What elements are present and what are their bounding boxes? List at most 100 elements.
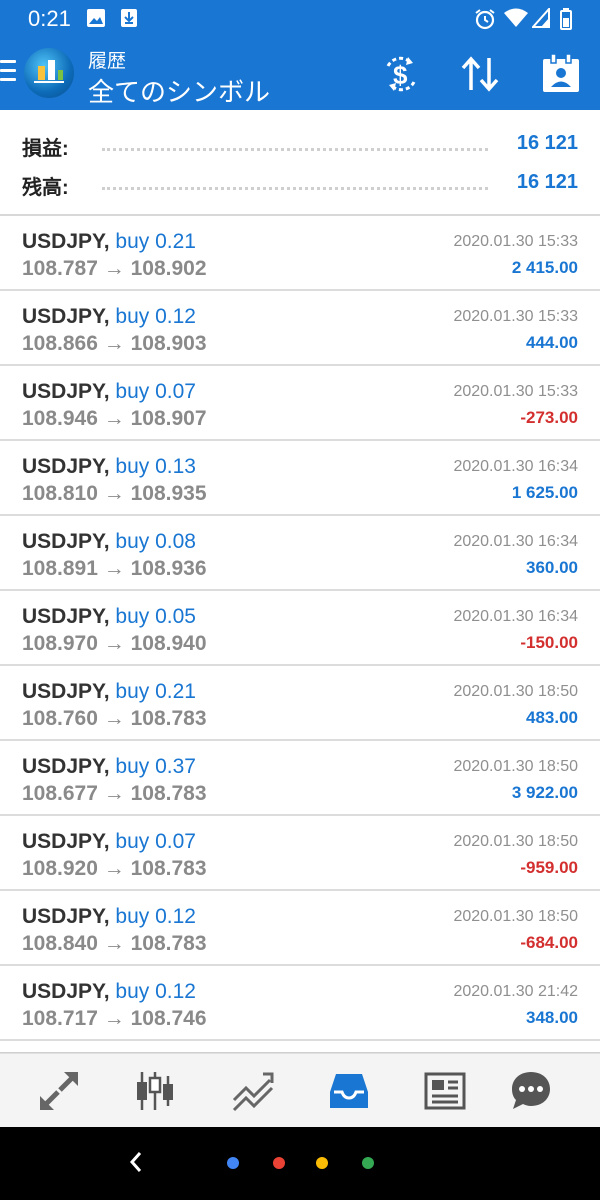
trade-datetime: 2020.01.30 18:50 <box>453 683 578 700</box>
chart-icon[interactable] <box>132 1068 178 1114</box>
close-price: 108.783 <box>130 857 207 880</box>
trade-side: buy 0.12 <box>115 305 196 328</box>
trade-symbol: USDJPY, buy 0.37 <box>22 755 196 778</box>
close-price: 108.935 <box>130 482 207 505</box>
messages-icon[interactable] <box>508 1068 554 1114</box>
page-title[interactable]: 全てのシンボル <box>88 72 270 109</box>
currency-exchange-icon[interactable]: $ <box>380 54 422 94</box>
trade-prices: 108.970 → 108.940 <box>22 632 207 656</box>
news-icon[interactable] <box>422 1068 468 1114</box>
alarm-icon <box>475 9 495 30</box>
trade-profit: -273.00 <box>520 408 578 427</box>
trade-profit: -959.00 <box>520 858 578 877</box>
trade-symbol: USDJPY, buy 0.05 <box>22 605 196 628</box>
trade-symbol: USDJPY, buy 0.12 <box>22 905 196 928</box>
home-dot-green[interactable] <box>362 1157 374 1169</box>
list-item-partial <box>0 1043 600 1053</box>
trade-profit: 483.00 <box>526 708 578 727</box>
trade-row[interactable]: USDJPY, buy 0.12 108.840 → 108.783 2020.01… <box>0 891 600 966</box>
close-price: 108.783 <box>130 782 207 805</box>
trade-datetime: 2020.01.30 16:34 <box>453 458 578 475</box>
trade-prices: 108.760 → 108.783 <box>22 707 207 731</box>
trade-row[interactable]: USDJPY, buy 0.13 108.810 → 108.935 2020.01… <box>0 441 600 516</box>
home-dot-red[interactable] <box>273 1157 285 1169</box>
open-price: 108.920 <box>22 857 98 880</box>
trade-row[interactable]: USDJPY, buy 0.05 108.970 → 108.940 2020.01… <box>0 591 600 666</box>
metatrader-logo[interactable] <box>24 48 74 98</box>
trade-datetime: 2020.01.30 21:42 <box>453 983 578 1000</box>
balance-label: 残高: <box>22 171 75 200</box>
quotes-icon[interactable] <box>36 1068 82 1114</box>
arrow-icon: → <box>103 632 125 655</box>
sort-icon[interactable] <box>459 54 501 94</box>
trade-datetime: 2020.01.30 15:33 <box>453 308 578 325</box>
trade-row[interactable]: USDJPY, buy 0.12 108.717 → 108.746 2020.01… <box>0 966 600 1041</box>
open-price: 108.760 <box>22 707 98 730</box>
open-price: 108.787 <box>22 257 98 280</box>
trade-datetime: 2020.01.30 15:33 <box>453 383 578 400</box>
status-time: 0:21 <box>28 6 71 31</box>
bottom-navigation <box>0 1053 600 1127</box>
trade-side: buy 0.12 <box>115 905 196 928</box>
trade-side: buy 0.05 <box>115 605 196 628</box>
open-price: 108.840 <box>22 932 98 955</box>
trade-side: buy 0.07 <box>115 830 196 853</box>
trade-row[interactable]: USDJPY, buy 0.21 108.760 → 108.783 2020.01… <box>0 666 600 741</box>
trade-row[interactable]: USDJPY, buy 0.37 108.677 → 108.783 2020.01… <box>0 741 600 816</box>
close-price: 108.783 <box>130 932 207 955</box>
arrow-icon: → <box>103 707 125 730</box>
trade-datetime: 2020.01.30 18:50 <box>453 908 578 925</box>
home-dot-yellow[interactable] <box>316 1157 328 1169</box>
trade-datetime: 2020.01.30 15:33 <box>453 233 578 250</box>
profit-label: 損益: <box>22 132 75 161</box>
close-price: 108.940 <box>130 632 207 655</box>
trade-row[interactable]: USDJPY, buy 0.12 108.866 → 108.903 2020.01… <box>0 291 600 366</box>
home-dot-blue[interactable] <box>227 1157 239 1169</box>
trade-datetime: 2020.01.30 18:50 <box>453 758 578 775</box>
arrow-icon: → <box>103 857 125 880</box>
app-header: 0:21 履歴 全てのシンボル $ <box>0 0 600 110</box>
arrow-icon: → <box>103 1007 125 1030</box>
trade-row[interactable]: USDJPY, buy 0.08 108.891 → 108.936 2020.01… <box>0 516 600 591</box>
trade-side: buy 0.07 <box>115 380 196 403</box>
trade-prices: 108.946 → 108.907 <box>22 407 207 431</box>
arrow-icon: → <box>103 482 125 505</box>
download-icon <box>121 9 137 27</box>
balance-row: 残高: 16 121 <box>22 171 578 201</box>
close-price: 108.902 <box>130 257 207 280</box>
trade-side: buy 0.37 <box>115 755 196 778</box>
calendar-icon[interactable] <box>540 54 582 94</box>
trade-prices: 108.677 → 108.783 <box>22 782 207 806</box>
trade-datetime: 2020.01.30 16:34 <box>453 608 578 625</box>
arrow-icon: → <box>103 782 125 805</box>
open-price: 108.717 <box>22 1007 98 1030</box>
trade-symbol: USDJPY, buy 0.21 <box>22 230 196 253</box>
trade-symbol: USDJPY, buy 0.07 <box>22 380 196 403</box>
menu-icon[interactable] <box>0 54 18 94</box>
open-price: 108.946 <box>22 407 98 430</box>
trade-profit: 1 625.00 <box>511 483 578 502</box>
account-summary: 損益: 16 121 残高: 16 121 <box>0 110 600 216</box>
trade-side: buy 0.13 <box>115 455 196 478</box>
open-price: 108.866 <box>22 332 98 355</box>
back-icon[interactable] <box>126 1147 146 1177</box>
trade-profit: 2 415.00 <box>511 258 578 277</box>
trade-icon[interactable] <box>230 1068 276 1114</box>
signal-icon <box>532 8 550 28</box>
close-price: 108.746 <box>130 1007 207 1030</box>
arrow-icon: → <box>103 257 125 280</box>
system-navigation-bar <box>0 1127 600 1200</box>
close-price: 108.907 <box>130 407 207 430</box>
trade-row[interactable]: USDJPY, buy 0.07 108.920 → 108.783 2020.01… <box>0 816 600 891</box>
close-price: 108.903 <box>130 332 207 355</box>
trade-prices: 108.920 → 108.783 <box>22 857 207 881</box>
trade-profit: -150.00 <box>520 633 578 652</box>
open-price: 108.970 <box>22 632 98 655</box>
trade-row[interactable]: USDJPY, buy 0.21 108.787 → 108.902 2020.01… <box>0 216 600 291</box>
trade-symbol: USDJPY, buy 0.21 <box>22 680 196 703</box>
page-subtitle: 履歴 <box>88 51 127 72</box>
history-icon[interactable] <box>326 1068 372 1114</box>
close-price: 108.936 <box>130 557 207 580</box>
trade-row[interactable]: USDJPY, buy 0.07 108.946 → 108.907 2020.01… <box>0 366 600 441</box>
trade-datetime: 2020.01.30 16:34 <box>453 533 578 550</box>
